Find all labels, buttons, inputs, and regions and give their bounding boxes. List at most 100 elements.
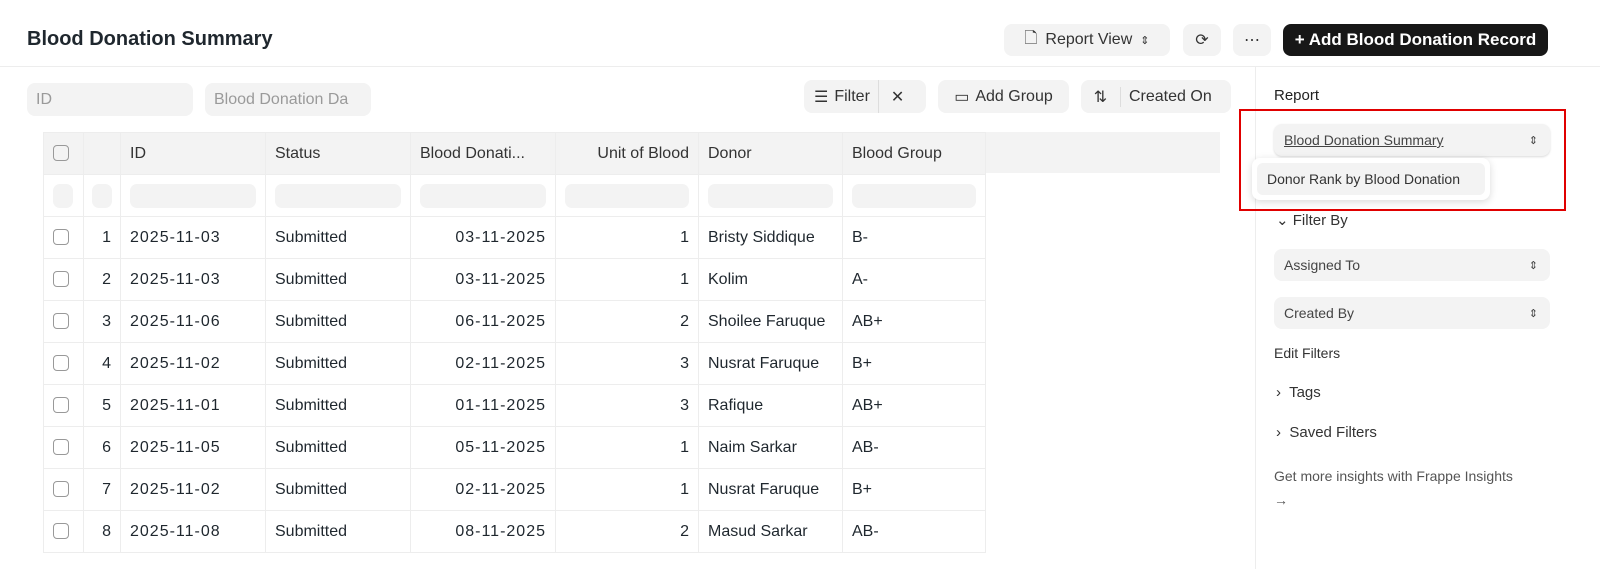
refresh-button[interactable]: ⟳ [1183, 24, 1221, 56]
cell-donor[interactable]: Kolim [698, 258, 843, 301]
column-header[interactable]: Status [265, 132, 411, 175]
date-filter-input[interactable]: Blood Donation Da [205, 83, 371, 116]
sort-icon[interactable]: ⇅ [1081, 86, 1121, 107]
row-checkbox[interactable] [53, 355, 69, 372]
cell-units[interactable]: 1 [555, 426, 699, 469]
add-record-button[interactable]: + Add Blood Donation Record [1283, 24, 1548, 56]
cell-blood-group[interactable]: AB+ [842, 300, 986, 343]
cell-date[interactable]: 05-11-2025 [410, 426, 556, 469]
row-checkbox[interactable] [53, 271, 69, 288]
cell-status[interactable]: Submitted [265, 258, 411, 301]
cell-status[interactable]: Submitted [265, 468, 411, 511]
filter-cell[interactable] [92, 183, 112, 208]
filter-cell[interactable] [708, 183, 833, 208]
table-row[interactable]: 4 2025-11-02 Submitted 02-11-2025 3 Nusr… [43, 342, 986, 385]
filter-button[interactable]: ☰ Filter ✕ [804, 80, 926, 113]
cell-blood-group[interactable]: B+ [842, 468, 986, 511]
column-header[interactable]: Blood Group [842, 132, 986, 175]
sort-button[interactable]: ⇅ Created On [1081, 80, 1231, 113]
filter-by-toggle[interactable]: ⌄ Filter By [1276, 211, 1348, 229]
cell-status[interactable]: Submitted [265, 384, 411, 427]
cell-date[interactable]: 02-11-2025 [410, 468, 556, 511]
row-checkbox[interactable] [53, 439, 69, 456]
cell-id[interactable]: 2025-11-05 [120, 426, 266, 469]
filter-cell[interactable] [53, 183, 73, 208]
insights-link[interactable]: Get more insights with Frappe Insights → [1274, 464, 1554, 512]
cell-id[interactable]: 2025-11-02 [120, 342, 266, 385]
cell-units[interactable]: 1 [555, 468, 699, 511]
cell-id[interactable]: 2025-11-02 [120, 468, 266, 511]
table-row[interactable]: 2 2025-11-03 Submitted 03-11-2025 1 Koli… [43, 258, 986, 301]
cell-units[interactable]: 2 [555, 510, 699, 553]
filter-cell[interactable] [852, 183, 976, 208]
cell-id[interactable]: 2025-11-03 [120, 216, 266, 259]
cell-units[interactable]: 3 [555, 342, 699, 385]
column-header[interactable]: Blood Donati... [410, 132, 556, 175]
cell-donor[interactable]: Naim Sarkar [698, 426, 843, 469]
cell-id[interactable]: 2025-11-01 [120, 384, 266, 427]
cell-date[interactable]: 02-11-2025 [410, 342, 556, 385]
cell-id[interactable]: 2025-11-06 [120, 300, 266, 343]
cell-status[interactable]: Submitted [265, 216, 411, 259]
column-header[interactable]: Donor [698, 132, 843, 175]
filter-cell[interactable] [275, 183, 401, 208]
cell-id[interactable]: 2025-11-08 [120, 510, 266, 553]
row-checkbox[interactable] [53, 229, 69, 246]
report-view-dropdown[interactable]: 🗋 Report View ⇕ [1004, 24, 1170, 56]
column-header[interactable]: ID [120, 132, 266, 175]
cell-donor[interactable]: Bristy Siddique [698, 216, 843, 259]
cell-date[interactable]: 03-11-2025 [410, 216, 556, 259]
report-label: Report [1274, 87, 1320, 104]
cell-units[interactable]: 2 [555, 300, 699, 343]
row-checkbox[interactable] [53, 397, 69, 414]
cell-blood-group[interactable]: A- [842, 258, 986, 301]
cell-status[interactable]: Submitted [265, 426, 411, 469]
cell-date[interactable]: 08-11-2025 [410, 510, 556, 553]
table-row[interactable]: 5 2025-11-01 Submitted 01-11-2025 3 Rafi… [43, 384, 986, 427]
cell-blood-group[interactable]: AB- [842, 426, 986, 469]
table-row[interactable]: 7 2025-11-02 Submitted 02-11-2025 1 Nusr… [43, 468, 986, 511]
cell-units[interactable]: 1 [555, 258, 699, 301]
row-checkbox[interactable] [53, 523, 69, 540]
id-filter-input[interactable]: ID [27, 83, 193, 116]
cell-status[interactable]: Submitted [265, 300, 411, 343]
edit-filters-link[interactable]: Edit Filters [1274, 345, 1340, 361]
cell-blood-group[interactable]: AB- [842, 510, 986, 553]
clear-filter-icon[interactable]: ✕ [891, 87, 904, 107]
cell-id[interactable]: 2025-11-03 [120, 258, 266, 301]
assigned-to-select[interactable]: Assigned To ⇕ [1274, 249, 1550, 281]
cell-units[interactable]: 3 [555, 384, 699, 427]
filter-cell[interactable] [565, 183, 689, 208]
cell-status[interactable]: Submitted [265, 342, 411, 385]
cell-units[interactable]: 1 [555, 216, 699, 259]
chevron-updown-icon: ⇕ [1528, 259, 1538, 272]
cell-date[interactable]: 06-11-2025 [410, 300, 556, 343]
cell-date[interactable]: 01-11-2025 [410, 384, 556, 427]
cell-date[interactable]: 03-11-2025 [410, 258, 556, 301]
cell-blood-group[interactable]: B+ [842, 342, 986, 385]
cell-donor[interactable]: Nusrat Faruque [698, 342, 843, 385]
select-all-checkbox[interactable] [53, 145, 69, 162]
add-group-button[interactable]: ▭ Add Group [938, 80, 1069, 113]
cell-donor[interactable]: Rafique [698, 384, 843, 427]
cell-blood-group[interactable]: AB+ [842, 384, 986, 427]
cell-status[interactable]: Submitted [265, 510, 411, 553]
cell-blood-group[interactable]: B- [842, 216, 986, 259]
table-row[interactable]: 8 2025-11-08 Submitted 08-11-2025 2 Masu… [43, 510, 986, 553]
row-checkbox[interactable] [53, 313, 69, 330]
row-checkbox[interactable] [53, 481, 69, 498]
saved-filters-toggle[interactable]: › Saved Filters [1276, 424, 1377, 441]
cell-donor[interactable]: Masud Sarkar [698, 510, 843, 553]
more-button[interactable]: ⋯ [1233, 24, 1271, 56]
cell-donor[interactable]: Shoilee Faruque [698, 300, 843, 343]
table-row[interactable]: 6 2025-11-05 Submitted 05-11-2025 1 Naim… [43, 426, 986, 469]
highlight-box [1239, 109, 1566, 211]
created-by-select[interactable]: Created By ⇕ [1274, 297, 1550, 329]
column-header[interactable]: Unit of Blood [555, 132, 699, 175]
table-row[interactable]: 1 2025-11-03 Submitted 03-11-2025 1 Bris… [43, 216, 986, 259]
filter-cell[interactable] [420, 183, 546, 208]
filter-cell[interactable] [130, 183, 256, 208]
cell-donor[interactable]: Nusrat Faruque [698, 468, 843, 511]
tags-toggle[interactable]: › Tags [1276, 384, 1321, 401]
table-row[interactable]: 3 2025-11-06 Submitted 06-11-2025 2 Shoi… [43, 300, 986, 343]
